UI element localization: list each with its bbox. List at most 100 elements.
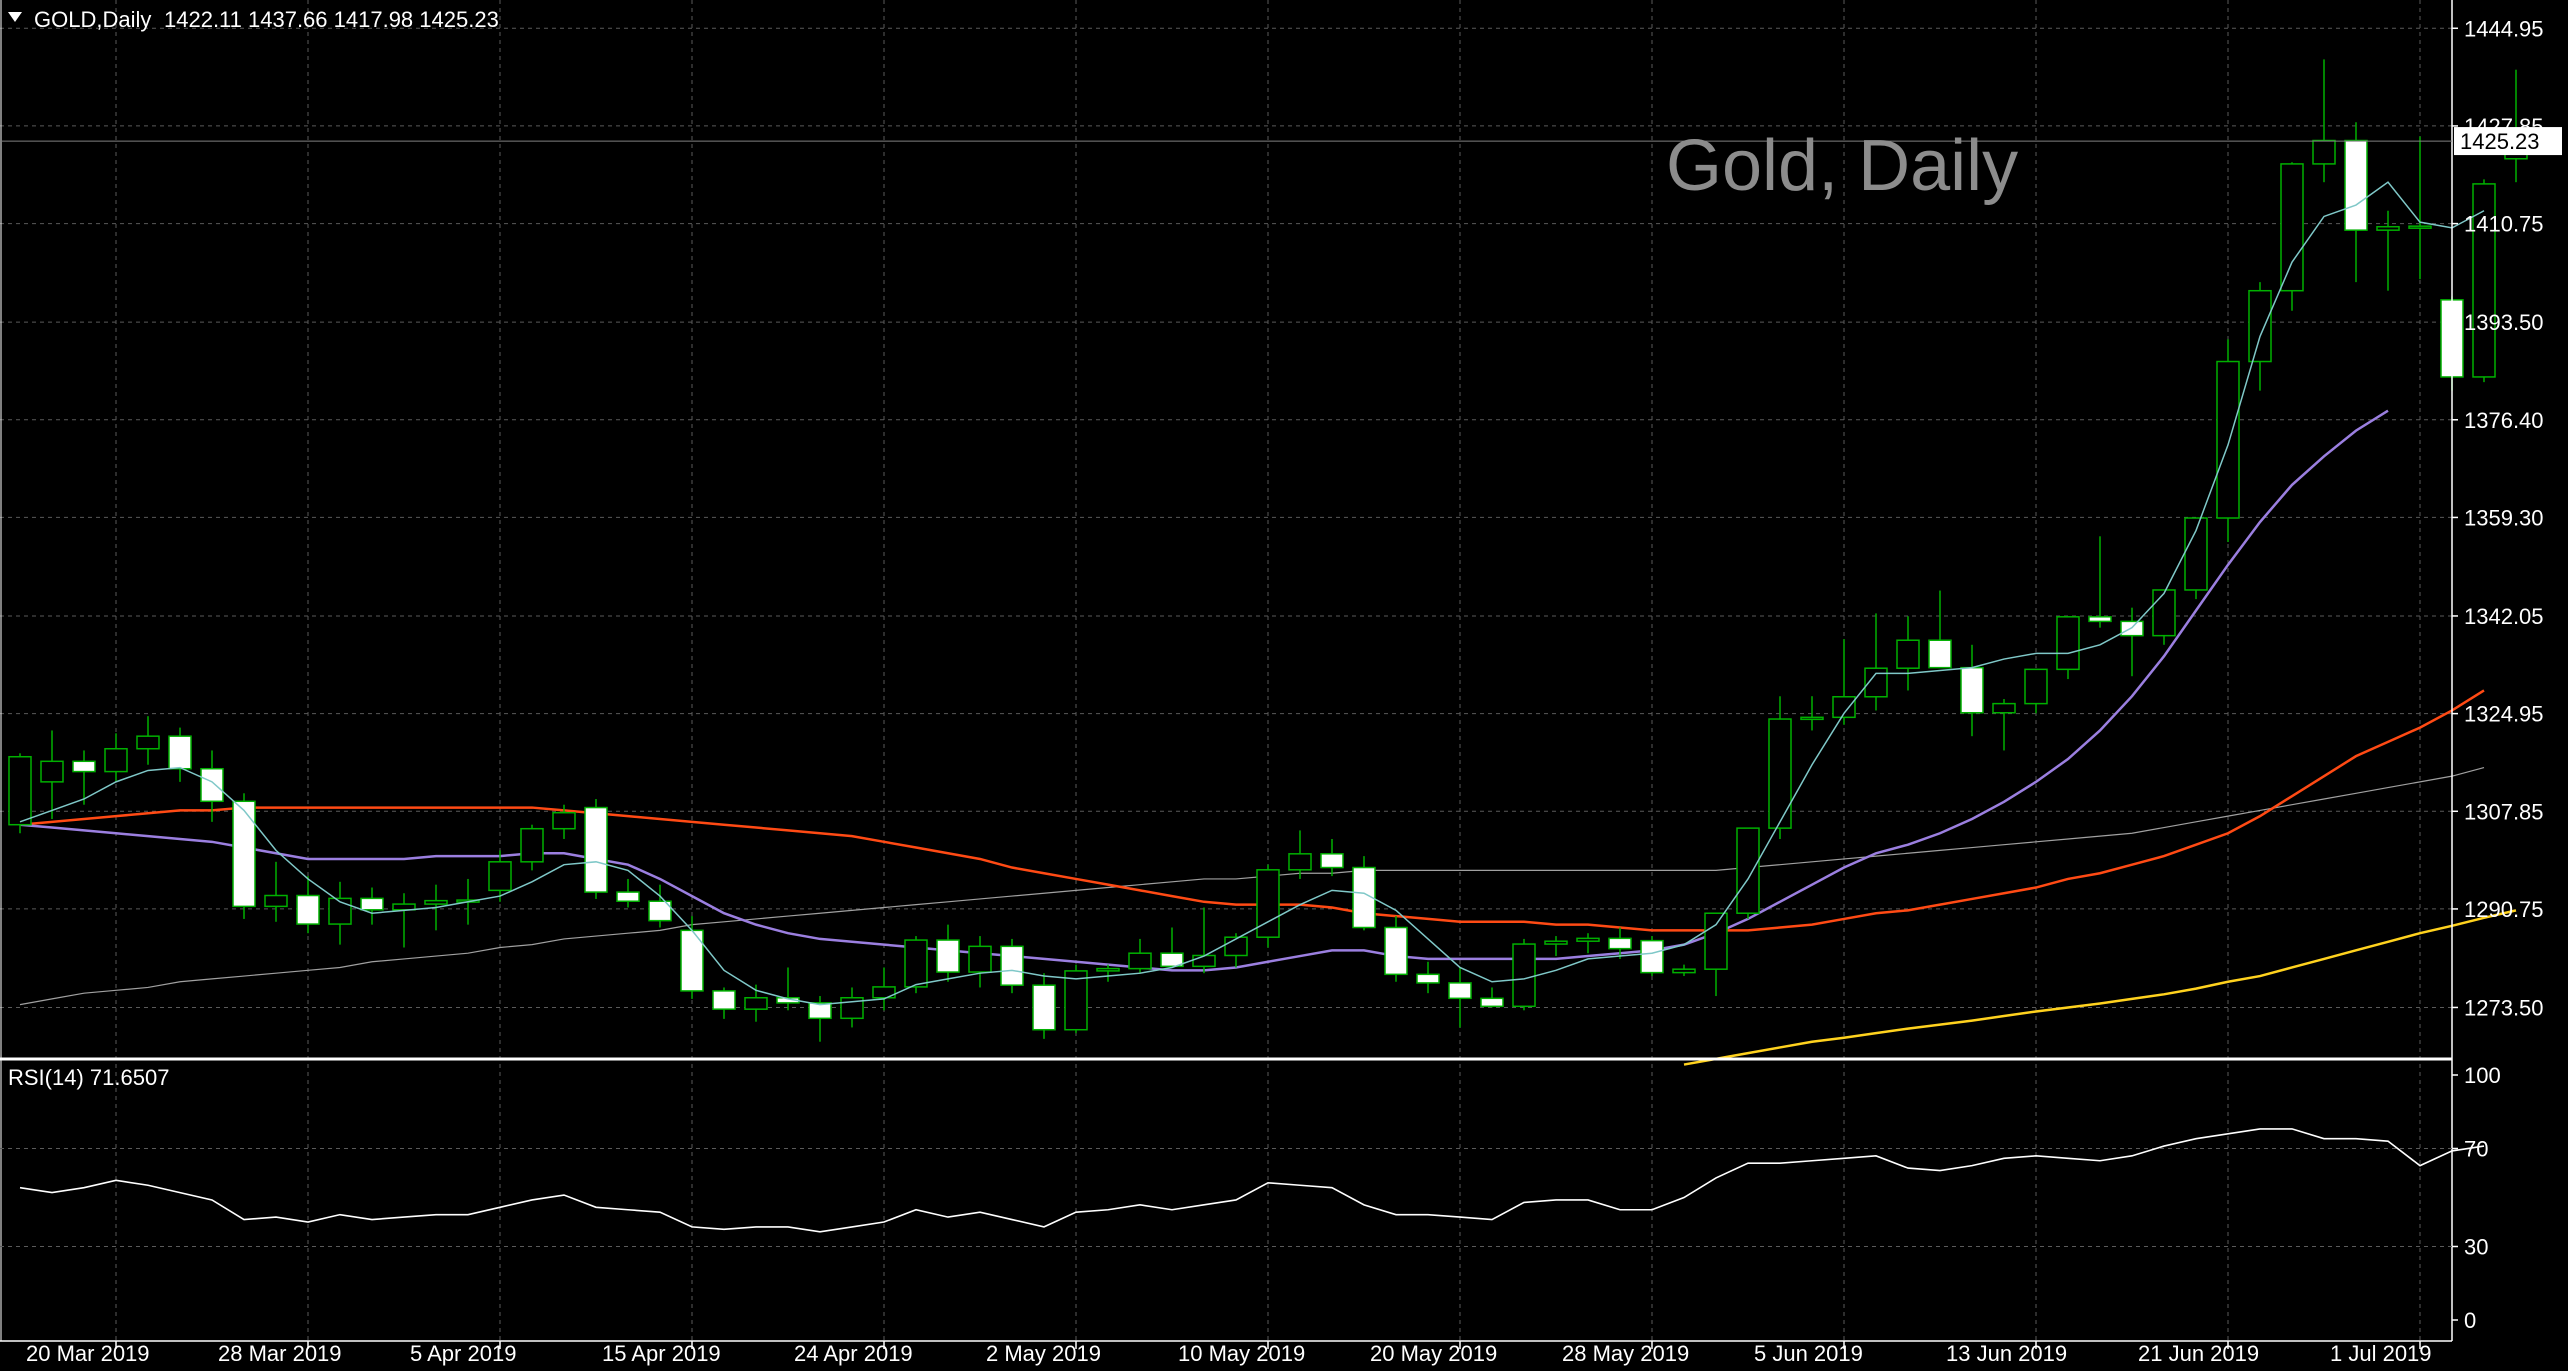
- price-tick-label: 1324.95: [2464, 702, 2544, 727]
- candle-body-bear: [72, 760, 96, 773]
- candle-body-bear: [936, 939, 960, 973]
- rsi-label: RSI(14) 71.6507: [8, 1065, 169, 1090]
- candle-body-bear: [1000, 945, 1024, 986]
- candle-body-bull: [1544, 940, 1568, 945]
- candle: [1256, 864, 1280, 948]
- candle-body-bull: [904, 939, 928, 988]
- chart-background: [0, 0, 2568, 1371]
- time-tick-label: 2 May 2019: [986, 1341, 1101, 1366]
- candle: [2056, 616, 2080, 680]
- time-tick-label: 20 Mar 2019: [26, 1341, 150, 1366]
- candle-body-bear: [296, 894, 320, 925]
- time-tick-label: 21 Jun 2019: [2138, 1341, 2259, 1366]
- candle-body-bear: [1960, 666, 1984, 714]
- candle: [1736, 827, 1760, 919]
- time-tick-label: 24 Apr 2019: [794, 1341, 913, 1366]
- candle-body-bull: [424, 899, 448, 905]
- candle-body-bull: [136, 735, 160, 750]
- candle-body-bear: [1384, 926, 1408, 976]
- time-tick-label: 15 Apr 2019: [602, 1341, 721, 1366]
- candle-body-bear: [1448, 982, 1472, 1000]
- time-tick-label: 5 Jun 2019: [1754, 1341, 1863, 1366]
- candle: [1640, 936, 1664, 977]
- candle-body-bull: [2216, 360, 2240, 519]
- candle-body-bull: [1096, 967, 1120, 972]
- candle-body-bear: [2120, 620, 2144, 637]
- time-tick-label: 5 Apr 2019: [410, 1341, 516, 1366]
- candle-body-bull: [2408, 225, 2432, 229]
- rsi-tick-label: 30: [2464, 1235, 2488, 1260]
- price-tick-label: 1410.75: [2464, 212, 2544, 237]
- ohlc-values: 1422.11 1437.66 1417.98 1425.23: [164, 7, 499, 32]
- time-tick-label: 28 May 2019: [1562, 1341, 1689, 1366]
- candle-body-bull: [1128, 952, 1152, 970]
- candle-body-bull: [2056, 616, 2080, 671]
- time-tick-label: 1 Jul 2019: [2330, 1341, 2432, 1366]
- candle: [1000, 938, 1024, 994]
- candle-body-bull: [2280, 163, 2304, 292]
- candle: [2216, 339, 2240, 542]
- chart-watermark: Gold, Daily: [1666, 126, 2018, 206]
- candle: [1512, 938, 1536, 1011]
- candle-body-bull: [1800, 716, 1824, 721]
- candle-body-bull: [488, 861, 512, 892]
- candle-body-bear: [360, 897, 384, 911]
- price-tick-label: 1376.40: [2464, 408, 2544, 433]
- candle-body-bear: [1320, 853, 1344, 869]
- candle-body-bear: [2088, 616, 2112, 623]
- candle-body-bear: [2344, 139, 2368, 231]
- price-tick-label: 1273.50: [2464, 995, 2544, 1020]
- candle-body-bear: [584, 806, 608, 893]
- candle-body-bull: [264, 894, 288, 908]
- price-tick-label: 1359.30: [2464, 505, 2544, 530]
- candle-body-bull: [2312, 139, 2336, 165]
- candle-body-bear: [1640, 939, 1664, 974]
- candle-body-bear: [232, 800, 256, 908]
- rsi-tick-label: 0: [2464, 1308, 2476, 1333]
- candle-body-bull: [520, 827, 544, 863]
- candle-body-bull: [2376, 225, 2400, 231]
- candle: [2280, 162, 2304, 311]
- candle: [584, 798, 608, 899]
- rsi-tick-label: 100: [2464, 1063, 2501, 1088]
- chart-canvas: GOLD,Daily 1422.11 1437.66 1417.98 1425.…: [0, 0, 2568, 1371]
- candle-body-bull: [2248, 289, 2272, 363]
- candle-body-bear: [168, 735, 192, 770]
- price-tick-label: 1342.05: [2464, 604, 2544, 629]
- candle-body-bull: [2152, 589, 2176, 637]
- candle-body-bear: [712, 990, 736, 1010]
- candle-body-bear: [1416, 973, 1440, 984]
- time-tick-label: 10 May 2019: [1178, 1341, 1305, 1366]
- time-tick-label: 13 Jun 2019: [1946, 1341, 2067, 1366]
- candle-body-bull: [40, 760, 64, 783]
- candle-body-bull: [552, 811, 576, 830]
- candle-body-bull: [1192, 954, 1216, 968]
- candle-body-bull: [1672, 968, 1696, 974]
- candle: [2472, 179, 2496, 383]
- candle-body-bull: [744, 996, 768, 1010]
- candle-body-bull: [968, 945, 992, 973]
- price-tick-label: 1290.75: [2464, 897, 2544, 922]
- candle-body-bear: [616, 891, 640, 902]
- candle: [232, 793, 256, 919]
- candle-body-bull: [1512, 943, 1536, 1008]
- rsi-tick-label: 70: [2464, 1137, 2488, 1162]
- candle-body-bear: [1480, 997, 1504, 1008]
- candle-body-bull: [1736, 827, 1760, 914]
- price-tick-label: 1444.95: [2464, 16, 2544, 41]
- candle-body-bear: [1032, 984, 1056, 1031]
- price-tick-label: 1393.50: [2464, 310, 2544, 335]
- time-tick-label: 20 May 2019: [1370, 1341, 1497, 1366]
- candle-body-bull: [1896, 639, 1920, 669]
- price-tick-label: 1307.85: [2464, 799, 2544, 824]
- candle-body-bull: [1224, 936, 1248, 957]
- candle-body-bull: [1992, 702, 2016, 714]
- candle-body-bull: [8, 755, 32, 826]
- candle-body-bull: [1256, 869, 1280, 938]
- candle-body-bear: [1608, 937, 1632, 950]
- candle: [1064, 964, 1088, 1034]
- candle-body-bull: [1704, 912, 1728, 970]
- current-price-tag: 1425.23: [2454, 127, 2562, 156]
- candle-body-bull: [1288, 853, 1312, 871]
- candle-body-bull: [104, 747, 128, 773]
